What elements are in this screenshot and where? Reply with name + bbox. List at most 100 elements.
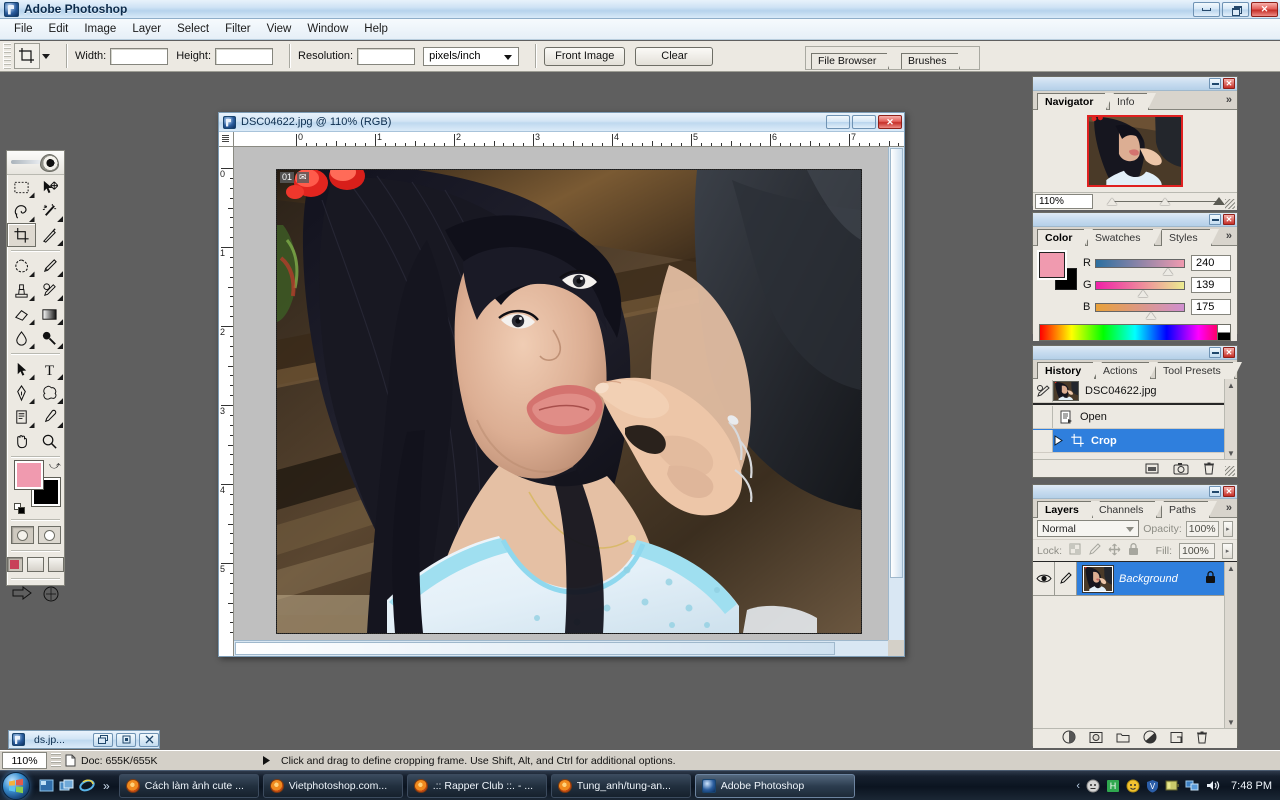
fill-value[interactable]: 100% (1179, 542, 1215, 559)
navigator-zoom-slider[interactable] (1097, 194, 1233, 209)
document-minimize-button[interactable] (826, 115, 850, 129)
lock-position-icon[interactable] (1108, 543, 1121, 559)
menu-layer[interactable]: Layer (124, 21, 169, 37)
hand-tool[interactable] (7, 429, 36, 453)
layer-name[interactable]: Background (1119, 573, 1205, 585)
tab-actions[interactable]: Actions (1095, 362, 1159, 380)
ruler-corner[interactable] (219, 132, 234, 147)
menu-help[interactable]: Help (356, 21, 396, 37)
tab-paths[interactable]: Paths (1161, 501, 1217, 519)
magic-wand-tool[interactable] (36, 199, 65, 223)
g-slider-track[interactable] (1095, 280, 1185, 297)
history-state-crop[interactable]: Crop (1033, 429, 1224, 453)
zoom-tool[interactable] (36, 429, 65, 453)
network-icon[interactable] (1185, 778, 1200, 793)
tab-navigator[interactable]: Navigator (1037, 93, 1115, 111)
gradient-tool[interactable] (36, 302, 65, 326)
history-brush-source-crop[interactable] (1033, 429, 1053, 452)
menu-file[interactable]: File (6, 21, 41, 37)
taskbar-item-1[interactable]: Vietphotoshop.com... (262, 773, 403, 798)
notes-tool[interactable] (7, 405, 36, 429)
new-layer-icon[interactable] (1170, 731, 1183, 747)
document-titlebar[interactable]: DSC04622.jpg @ 110% (RGB) ✕ (219, 113, 904, 132)
history-state-open[interactable]: Open (1033, 405, 1224, 429)
layer-style-icon[interactable] (1062, 730, 1076, 747)
width-input[interactable] (110, 47, 169, 65)
minimized-maximize-button[interactable] (116, 732, 136, 747)
eyedropper-tool[interactable] (36, 405, 65, 429)
b-value[interactable]: 175 (1191, 299, 1231, 315)
options-bar-grip[interactable] (3, 43, 11, 69)
move-tool[interactable] (36, 175, 65, 199)
color-foreground-swatch[interactable] (1037, 250, 1067, 280)
taskbar-item-0[interactable]: Cách làm ảnh cute ... (118, 773, 259, 798)
lock-all-icon[interactable] (1128, 542, 1139, 559)
well-tab-file-browser[interactable]: File Browser (811, 53, 896, 70)
menu-window[interactable]: Window (299, 21, 356, 37)
tab-tool-presets[interactable]: Tool Presets (1155, 362, 1242, 380)
tab-swatches[interactable]: Swatches (1087, 229, 1162, 247)
toolbox-header[interactable] (7, 151, 64, 175)
green-app-icon[interactable]: H (1105, 778, 1120, 793)
history-close-button[interactable]: ✕ (1223, 347, 1235, 358)
lasso-tool[interactable] (7, 199, 36, 223)
slice-tool[interactable] (36, 223, 65, 247)
history-brush-source-open[interactable] (1033, 405, 1053, 428)
color-more-icon[interactable]: » (1226, 230, 1232, 242)
height-input[interactable] (215, 47, 274, 65)
volume-icon[interactable] (1205, 778, 1220, 793)
minimized-document-window[interactable]: ds.jp... (8, 730, 160, 749)
navigator-minimize-button[interactable] (1209, 78, 1221, 89)
history-scrollbar[interactable]: ▲ ▼ (1224, 379, 1237, 459)
minimize-button[interactable] (1193, 2, 1220, 17)
navigator-more-icon[interactable]: » (1226, 94, 1232, 106)
history-palette-bar[interactable]: ✕ (1033, 346, 1237, 360)
fill-stepper[interactable]: ▸ (1222, 542, 1233, 559)
tab-history[interactable]: History (1037, 362, 1103, 380)
menu-view[interactable]: View (259, 21, 300, 37)
full-screen-mode-button[interactable] (47, 557, 64, 572)
type-tool[interactable]: T (36, 357, 65, 381)
minimized-restore-button[interactable] (93, 732, 113, 747)
resolution-input[interactable] (357, 47, 416, 65)
delete-state-icon[interactable] (1203, 461, 1215, 478)
marquee-tool[interactable] (7, 175, 36, 199)
status-zoom-value[interactable]: 110% (2, 752, 47, 769)
new-group-icon[interactable] (1116, 731, 1130, 746)
b-slider-track[interactable] (1095, 302, 1185, 319)
show-desktop-icon[interactable] (38, 777, 55, 794)
standard-mode-button[interactable] (10, 526, 34, 544)
layers-palette-bar[interactable]: ✕ (1033, 485, 1237, 499)
lock-transparent-pixels-icon[interactable] (1069, 543, 1081, 558)
tab-info[interactable]: Info (1109, 93, 1155, 111)
color-close-button[interactable]: ✕ (1223, 214, 1235, 225)
menu-filter[interactable]: Filter (217, 21, 259, 37)
document-horizontal-scrollbar[interactable] (234, 640, 888, 656)
jump-to-imageready-icon[interactable] (11, 585, 37, 606)
layers-more-icon[interactable]: » (1226, 502, 1232, 514)
clear-button[interactable]: Clear (635, 46, 714, 66)
imageready-icon[interactable] (41, 585, 61, 606)
history-brush-tool[interactable] (36, 278, 65, 302)
gray-face-icon[interactable] (1085, 778, 1100, 793)
layers-close-button[interactable]: ✕ (1223, 486, 1235, 497)
canvas-area[interactable]: 01 ✉ (234, 147, 888, 656)
adjustment-layer-icon[interactable] (1143, 730, 1157, 747)
crop-tool[interactable] (7, 223, 36, 247)
quick-mask-mode-button[interactable] (37, 526, 61, 544)
eraser-tool[interactable] (7, 302, 36, 326)
navigator-resize-grip[interactable] (1225, 199, 1235, 209)
delete-layer-icon[interactable] (1196, 730, 1208, 747)
shield-icon[interactable]: V (1145, 778, 1160, 793)
navigator-zoom-value[interactable]: 110% (1035, 194, 1093, 209)
g-value[interactable]: 139 (1191, 277, 1231, 293)
layer-mask-icon[interactable] (1089, 731, 1103, 747)
internet-explorer-icon[interactable] (78, 777, 95, 794)
custom-shape-tool[interactable] (36, 381, 65, 405)
well-tab-brushes[interactable]: Brushes (901, 53, 966, 70)
document-restore-button[interactable] (852, 115, 876, 129)
clone-stamp-tool[interactable] (7, 278, 36, 302)
new-snapshot-icon[interactable] (1173, 462, 1189, 478)
full-screen-menubar-button[interactable] (27, 557, 44, 572)
history-scroll-up-arrow[interactable]: ▲ (1225, 379, 1237, 391)
